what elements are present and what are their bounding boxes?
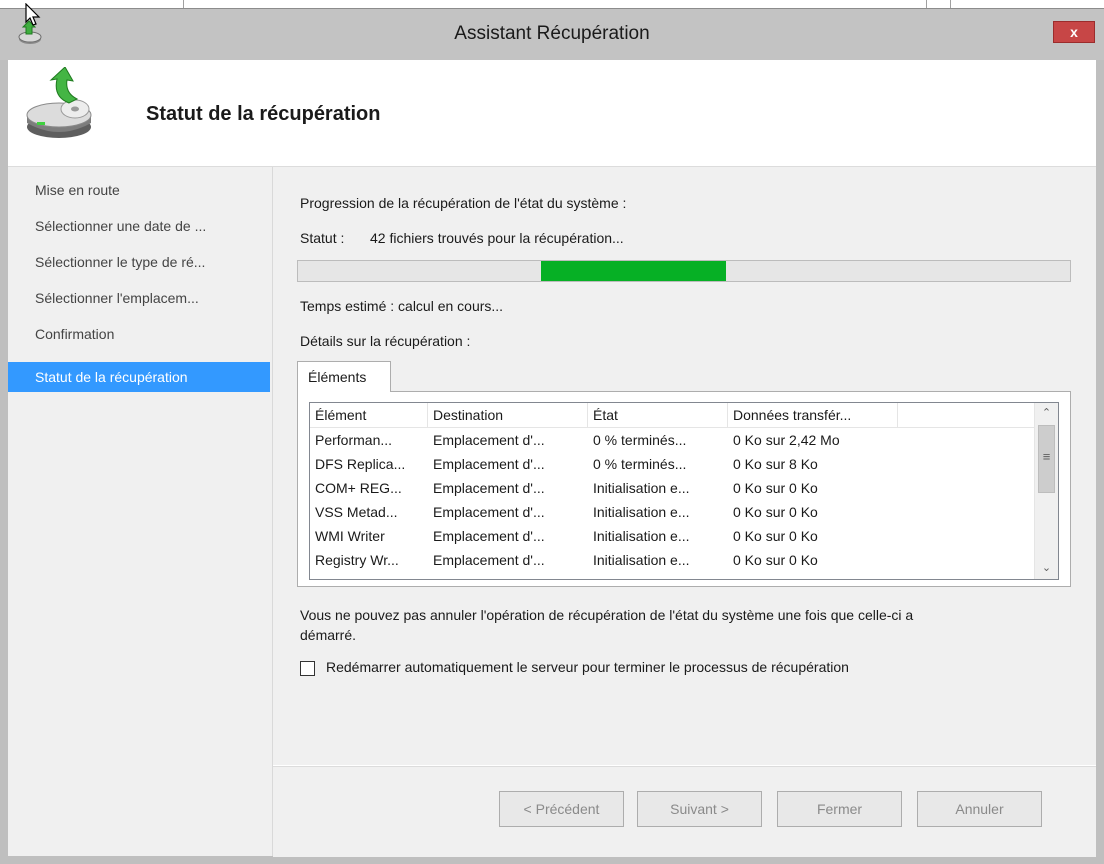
- table-row[interactable]: COM+ REG... Emplacement d'... Initialisa…: [310, 476, 1034, 500]
- estimated-time: Temps estimé : calcul en cours...: [300, 298, 504, 314]
- table-cell: Initialisation e...: [593, 552, 690, 568]
- strip-divider: [926, 0, 927, 8]
- sidebar-item-select-type[interactable]: Sélectionner le type de ré...: [8, 247, 270, 277]
- recovery-items-list[interactable]: Élément Destination État Données transfé…: [309, 402, 1059, 580]
- table-cell: Registry Wr...: [315, 552, 399, 568]
- table-cell: Emplacement d'...: [433, 528, 545, 544]
- tab-elements[interactable]: Éléments: [297, 361, 391, 392]
- table-cell: Initialisation e...: [593, 480, 690, 496]
- scroll-down-icon[interactable]: ⌄: [1035, 558, 1058, 578]
- title-bar[interactable]: Assistant Récupération x: [0, 9, 1104, 60]
- previous-button[interactable]: < Précédent: [499, 791, 624, 827]
- close-button[interactable]: Fermer: [777, 791, 902, 827]
- cancel-button[interactable]: Annuler: [917, 791, 1042, 827]
- recovery-progress-bar: [297, 260, 1071, 282]
- table-cell: Performan...: [315, 432, 393, 448]
- table-cell: Emplacement d'...: [433, 552, 545, 568]
- table-cell: Emplacement d'...: [433, 480, 545, 496]
- elements-tab-panel: Élément Destination État Données transfé…: [297, 391, 1071, 587]
- table-cell: Emplacement d'...: [433, 456, 545, 472]
- scroll-thumb[interactable]: ≡: [1038, 425, 1055, 493]
- table-cell: 0 % terminés...: [593, 456, 687, 472]
- table-cell: 0 Ko sur 0 Ko: [733, 552, 818, 568]
- table-row[interactable]: Registry Wr... Emplacement d'... Initial…: [310, 548, 1034, 572]
- window-title: Assistant Récupération: [454, 23, 650, 44]
- table-row[interactable]: WMI Writer Emplacement d'... Initialisat…: [310, 524, 1034, 548]
- window-frame: Assistant Récupération x Statut de la ré…: [0, 0, 1104, 864]
- details-heading: Détails sur la récupération :: [300, 333, 471, 349]
- cannot-cancel-warning-line1: Vous ne pouvez pas annuler l'opération d…: [300, 607, 914, 623]
- table-cell: Initialisation e...: [593, 528, 690, 544]
- close-window-button[interactable]: x: [1053, 21, 1095, 43]
- mouse-cursor-icon: [25, 3, 41, 26]
- progress-bar-fill: [541, 261, 726, 281]
- table-cell: 0 Ko sur 2,42 Mo: [733, 432, 840, 448]
- table-cell: Initialisation e...: [593, 504, 690, 520]
- next-button[interactable]: Suivant >: [637, 791, 762, 827]
- column-header-destination[interactable]: Destination: [428, 403, 588, 427]
- wizard-footer: < Précédent Suivant > Fermer Annuler: [273, 766, 1096, 857]
- table-cell: Emplacement d'...: [433, 432, 545, 448]
- sidebar-item-recovery-status[interactable]: Statut de la récupération: [8, 362, 270, 392]
- status-label: Statut :: [300, 230, 345, 246]
- wizard-content: Progression de la récupération de l'état…: [273, 167, 1096, 765]
- sidebar-item-select-location[interactable]: Sélectionner l'emplacem...: [8, 283, 270, 313]
- cannot-cancel-warning-line2: démarré.: [300, 627, 357, 643]
- table-cell: 0 Ko sur 8 Ko: [733, 456, 818, 472]
- status-value: 42 fichiers trouvés pour la récupération…: [370, 230, 624, 246]
- column-header-transferred[interactable]: Données transfér...: [728, 403, 898, 427]
- restart-server-checkbox-label[interactable]: Redémarrer automatiquement le serveur po…: [326, 659, 849, 675]
- wizard-steps-sidebar: Mise en route Sélectionner une date de .…: [8, 167, 273, 856]
- page-title: Statut de la récupération: [146, 103, 381, 125]
- sidebar-item-select-date[interactable]: Sélectionner une date de ...: [8, 211, 270, 241]
- column-header-element[interactable]: Élément: [310, 403, 428, 427]
- table-cell: COM+ REG...: [315, 480, 402, 496]
- table-cell: 0 % terminés...: [593, 432, 687, 448]
- restart-server-checkbox[interactable]: [300, 661, 315, 676]
- table-cell: WMI Writer: [315, 528, 385, 544]
- table-cell: Emplacement d'...: [433, 504, 545, 520]
- strip-divider: [950, 0, 951, 8]
- background-window-strip: [0, 0, 1104, 9]
- table-row[interactable]: DFS Replica... Emplacement d'... 0 % ter…: [310, 452, 1034, 476]
- list-header: Élément Destination État Données transfé…: [310, 403, 1034, 428]
- wizard-header: Statut de la récupération: [8, 60, 1096, 167]
- table-row[interactable]: VSS Metad... Emplacement d'... Initialis…: [310, 500, 1034, 524]
- sidebar-item-getting-started[interactable]: Mise en route: [8, 175, 270, 205]
- table-row[interactable]: Performan... Emplacement d'... 0 % termi…: [310, 428, 1034, 452]
- strip-divider: [183, 0, 184, 8]
- sidebar-item-confirmation[interactable]: Confirmation: [8, 319, 270, 349]
- column-header-state[interactable]: État: [588, 403, 728, 427]
- table-cell: 0 Ko sur 0 Ko: [733, 504, 818, 520]
- scroll-up-icon[interactable]: ⌃: [1035, 403, 1058, 423]
- table-cell: 0 Ko sur 0 Ko: [733, 528, 818, 544]
- list-vertical-scrollbar[interactable]: ⌃ ≡ ⌄: [1034, 403, 1058, 579]
- progress-heading: Progression de la récupération de l'état…: [300, 195, 627, 211]
- table-cell: VSS Metad...: [315, 504, 398, 520]
- wizard-client-area: Statut de la récupération Mise en route …: [8, 60, 1096, 857]
- backup-drive-icon: [26, 67, 92, 138]
- table-cell: 0 Ko sur 0 Ko: [733, 480, 818, 496]
- table-cell: DFS Replica...: [315, 456, 406, 472]
